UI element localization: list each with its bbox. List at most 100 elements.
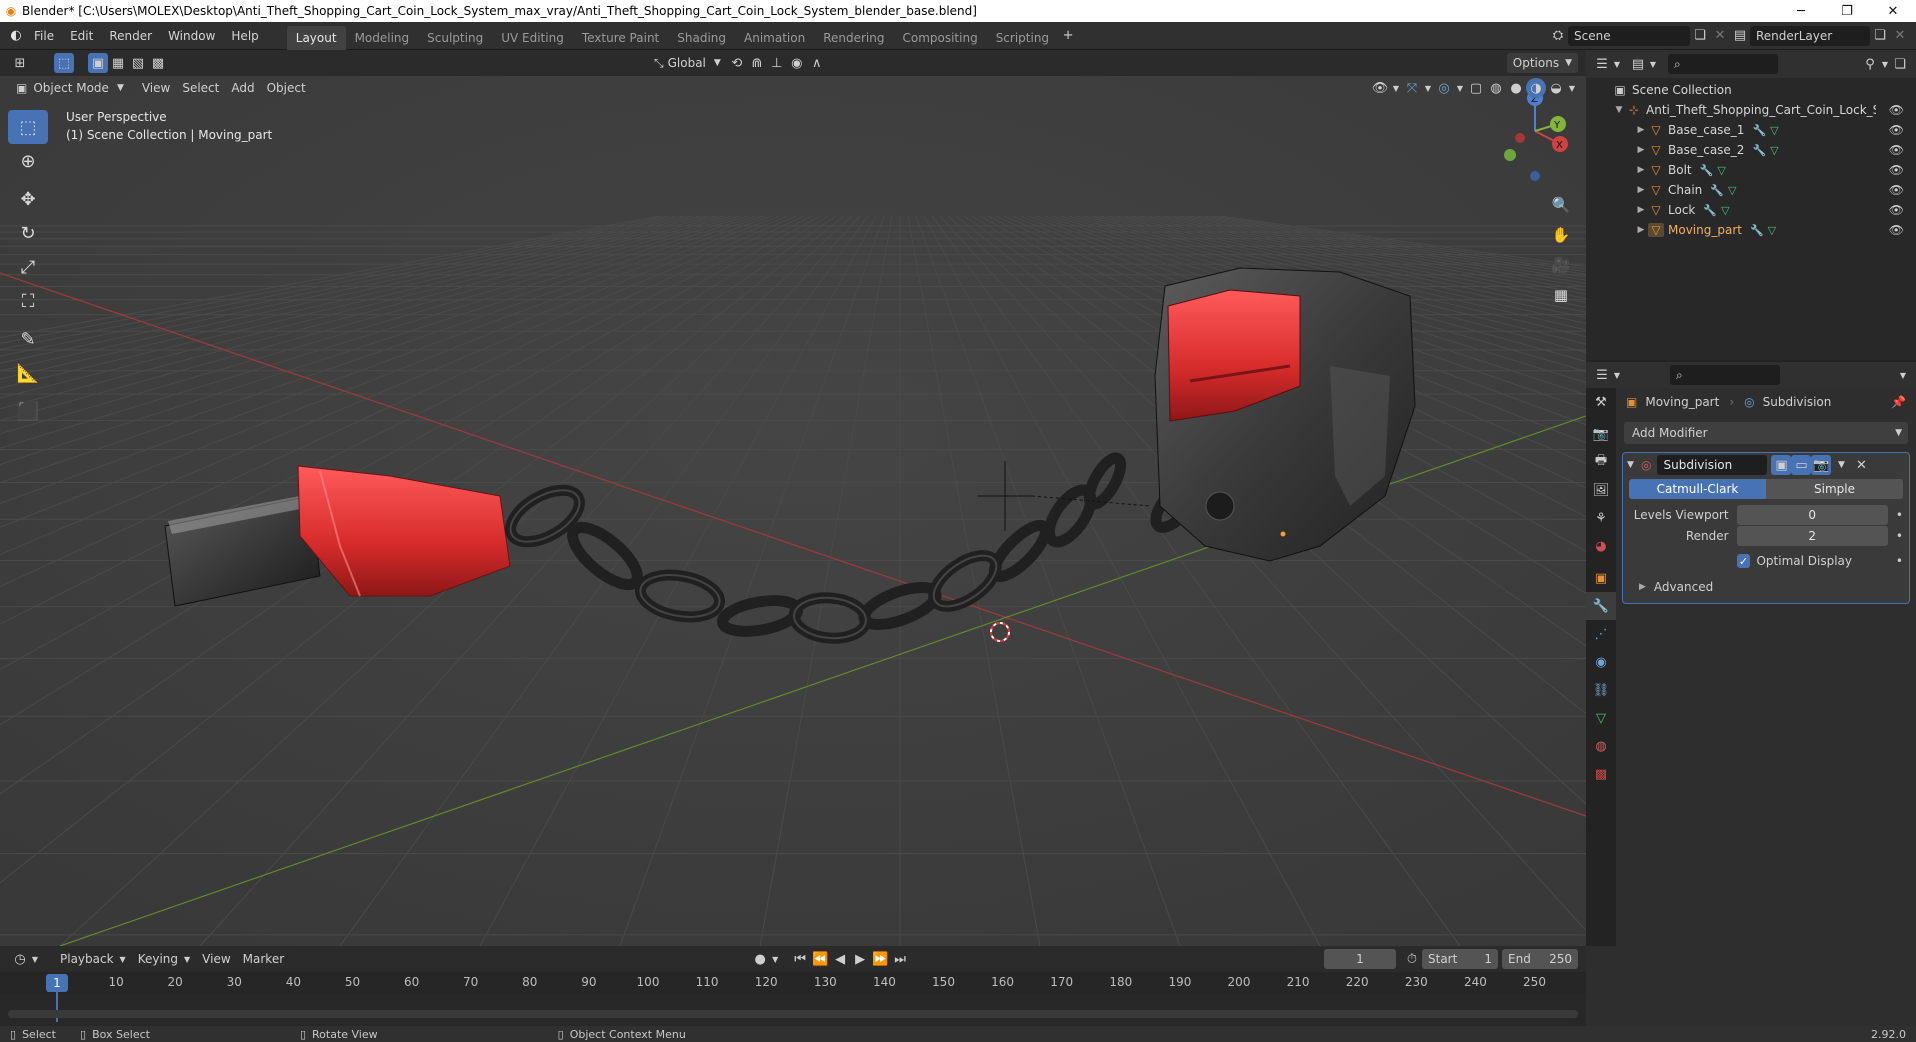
chevron-down-icon[interactable]: ▼ (1648, 54, 1658, 74)
editor-type-icon[interactable]: ⊞ (10, 53, 30, 73)
texture-tab-icon[interactable]: ▩ (1586, 760, 1616, 788)
eye-icon[interactable]: 👁 (1889, 143, 1904, 157)
editor-type-icon[interactable]: ☰ (1592, 365, 1612, 385)
chevron-down-icon[interactable]: ▼ (1566, 78, 1578, 98)
edit-mode-toggle-icon[interactable]: ▣ (1771, 455, 1792, 475)
expand-icon[interactable]: ▶ (1634, 185, 1648, 195)
chevron-down-icon[interactable]: ▼ (1612, 365, 1622, 385)
options-dropdown[interactable]: Options ▼ (1506, 53, 1578, 73)
expand-icon[interactable]: ▶ (1634, 205, 1648, 215)
output-tab-icon[interactable]: 🖶 (1586, 448, 1616, 476)
eye-icon[interactable]: 👁 (1889, 223, 1904, 237)
pan-hand-icon[interactable]: ✋ (1548, 220, 1574, 250)
restore-button[interactable]: ❐ (1824, 0, 1870, 22)
cursor-tool-icon[interactable]: ⊕ (8, 144, 48, 178)
viewport-menu-object[interactable]: Object (261, 78, 312, 98)
close-window-button[interactable]: ✕ (1870, 0, 1916, 22)
viewport-menu-view[interactable]: View (136, 78, 176, 98)
delete-scene-icon[interactable]: ✕ (1710, 26, 1730, 46)
select-box-tool-icon[interactable]: ⬚ (54, 53, 74, 73)
outliner-item-lock[interactable]: ▶ ▽ Lock 🔧 ▽ 👁 (1586, 200, 1916, 220)
world-tab-icon[interactable]: ◕ (1586, 532, 1616, 560)
expand-icon[interactable]: ▶ (1634, 145, 1648, 155)
expand-open-icon[interactable]: ▼ (1612, 105, 1626, 115)
new-renderlayer-icon[interactable]: ❏ (1870, 26, 1890, 46)
renderlayer-field[interactable]: RenderLayer (1750, 25, 1870, 46)
playhead-marker[interactable]: 1 (46, 974, 68, 992)
delete-renderlayer-icon[interactable]: ✕ (1890, 26, 1910, 46)
menu-help[interactable]: Help (223, 22, 266, 50)
animate-dot-icon[interactable]: • (1896, 529, 1903, 543)
properties-search-input[interactable]: ⌕ (1670, 365, 1780, 385)
renderlayer-selector-icon[interactable]: ▤ (1730, 26, 1750, 46)
modifier-name-input[interactable]: Subdivision (1657, 455, 1768, 475)
eye-icon[interactable]: 👁 (1889, 163, 1904, 177)
shading-solid-icon[interactable]: ● (1506, 78, 1526, 98)
tab-layout[interactable]: Layout (286, 25, 346, 50)
tab-rendering[interactable]: Rendering (814, 26, 893, 50)
physics-tab-icon[interactable]: ◉ (1586, 648, 1616, 676)
snap-icon[interactable]: ⋒ (747, 53, 767, 73)
filter-icon[interactable]: ⚲ (1860, 54, 1880, 74)
collapse-icon[interactable]: ▼ (1627, 460, 1641, 470)
modifier-tab-icon[interactable]: 🔧 (1586, 592, 1616, 620)
tab-compositing[interactable]: Compositing (893, 26, 986, 50)
annotate-tool-icon[interactable]: ✎ (8, 322, 48, 356)
viewport-menu-add[interactable]: Add (225, 78, 260, 98)
remove-modifier-icon[interactable]: ✕ (1851, 455, 1871, 475)
outliner-item-base-case-2[interactable]: ▶ ▽ Base_case_2 🔧 ▽ 👁 (1586, 140, 1916, 160)
tab-texture-paint[interactable]: Texture Paint (573, 26, 668, 50)
measure-tool-icon[interactable]: 📐 (8, 356, 48, 390)
simple-button[interactable]: Simple (1766, 479, 1903, 499)
advanced-subpanel[interactable]: ▶ Advanced (1639, 578, 1909, 596)
menu-file[interactable]: File (26, 22, 62, 50)
chevron-down-icon[interactable]: ▼ (30, 949, 40, 969)
frame-ruler[interactable]: 10 20 30 40 50 60 70 80 90 100 110 120 130 140 150 160 1… (0, 972, 1586, 994)
render-tab-icon[interactable]: 📷 (1586, 420, 1616, 448)
next-keyframe-icon[interactable]: ⏩ (870, 949, 890, 969)
falloff-icon[interactable]: ∧ (807, 53, 827, 73)
realtime-toggle-icon[interactable]: ▭ (1791, 455, 1812, 475)
add-modifier-dropdown[interactable]: Add Modifier ▼ (1624, 422, 1908, 444)
outliner-search-input[interactable]: ⌕ (1668, 54, 1778, 74)
timeline-body[interactable]: 10 20 30 40 50 60 70 80 90 100 110 120 130 140 150 160 1… (0, 972, 1586, 1026)
optimal-display-checkbox[interactable]: ✓ (1736, 554, 1751, 568)
outliner-item-base-case-1[interactable]: ▶ ▽ Base_case_1 🔧 ▽ 👁 (1586, 120, 1916, 140)
mode-subtract-icon[interactable]: ▧ (128, 53, 148, 73)
chevron-down-icon[interactable]: ▼ (1390, 78, 1402, 98)
jump-end-icon[interactable]: ⏭ (890, 949, 910, 969)
tab-animation[interactable]: Animation (735, 26, 814, 50)
editor-type-icon[interactable]: ☰ (1592, 54, 1612, 74)
timeline-editor-icon[interactable]: ◷ (10, 949, 30, 969)
blender-menu-icon[interactable]: ◐ (6, 26, 26, 46)
keying-menu[interactable]: Keying ▼ (132, 949, 196, 969)
mode-intersect-icon[interactable]: ▩ (148, 53, 168, 73)
timeline-scrollbar[interactable] (8, 1010, 1578, 1018)
jump-start-icon[interactable]: ⏮ (790, 949, 810, 969)
timeline-view-menu[interactable]: View (196, 949, 236, 969)
tab-sculpting[interactable]: Sculpting (418, 26, 492, 50)
constraints-tab-icon[interactable]: ⛓ (1586, 676, 1616, 704)
xray-toggle-icon[interactable]: ▢ (1466, 78, 1486, 98)
scale-tool-icon[interactable]: ⤢ (8, 250, 48, 284)
animate-dot-icon[interactable]: • (1896, 554, 1903, 568)
menu-window[interactable]: Window (160, 22, 223, 50)
chevron-down-icon[interactable]: ▼ (1896, 365, 1910, 385)
select-tool-icon[interactable]: ⬚ (8, 110, 48, 144)
proportional-edit-icon[interactable]: ◉ (787, 53, 807, 73)
transform-orientation-dropdown[interactable]: ⤡ Global ▼ (648, 53, 727, 73)
outliner-item-bolt[interactable]: ▶ ▽ Bolt 🔧 ▽ 👁 (1586, 160, 1916, 180)
chevron-down-icon[interactable]: ▼ (1454, 78, 1466, 98)
outliner-scene-collection[interactable]: ▣ Scene Collection (1586, 80, 1916, 100)
menu-render[interactable]: Render (101, 22, 160, 50)
rotate-tool-icon[interactable]: ↻ (8, 216, 48, 250)
levels-viewport-field[interactable]: 0 (1736, 505, 1888, 525)
mode-new-icon[interactable]: ▣ (88, 53, 108, 73)
view-layer-tab-icon[interactable]: 🖼 (1586, 476, 1616, 504)
pin-icon[interactable]: 📌 (1891, 395, 1906, 409)
menu-edit[interactable]: Edit (62, 22, 101, 50)
render-toggle-icon[interactable]: 📷 (1811, 455, 1832, 475)
tool-tab-icon[interactable]: ⚒ (1586, 388, 1616, 416)
minimize-button[interactable]: ─ (1778, 0, 1824, 22)
outliner-item-chain[interactable]: ▶ ▽ Chain 🔧 ▽ 👁 (1586, 180, 1916, 200)
